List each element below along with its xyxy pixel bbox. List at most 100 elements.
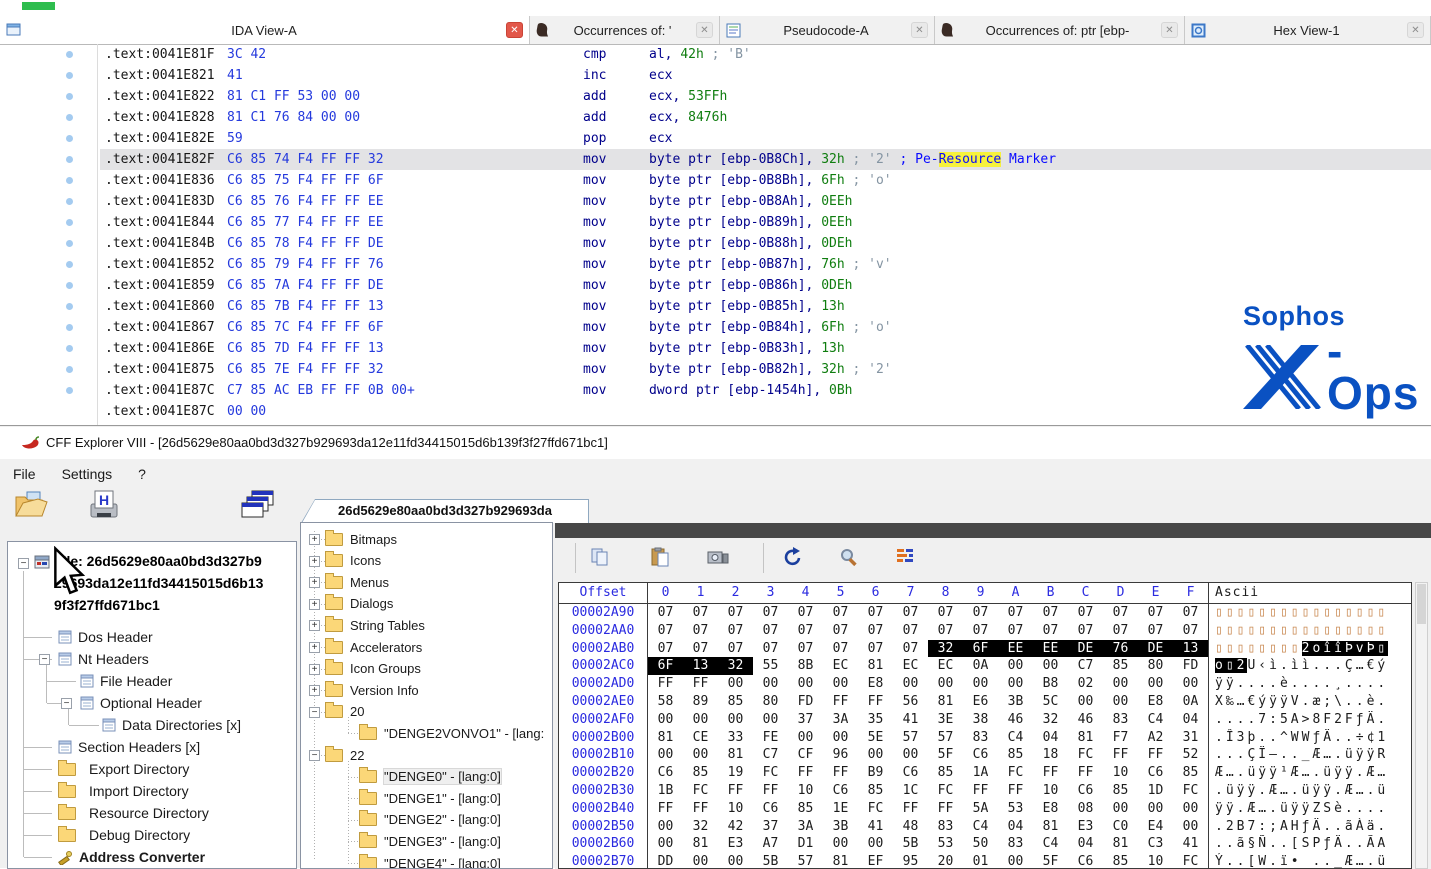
hex-byte[interactable]: 5E	[858, 729, 893, 747]
ida-line[interactable]: .text:0041E867C6 85 7C F4 FF FF 6Fmovbyt…	[100, 317, 1431, 338]
hex-byte[interactable]: FC	[683, 782, 718, 800]
hex-byte[interactable]: 07	[1103, 622, 1138, 640]
expand-box[interactable]: +	[309, 556, 320, 567]
ida-line[interactable]: .text:0041E82881 C1 76 84 00 00addecx, 8…	[100, 107, 1431, 128]
hex-byte[interactable]: 6F	[648, 657, 683, 675]
hex-byte[interactable]: 5C	[1033, 693, 1068, 711]
hex-byte[interactable]: 53	[998, 800, 1033, 818]
hex-byte[interactable]: 85	[928, 764, 963, 782]
hex-byte[interactable]: 07	[753, 640, 788, 658]
hex-byte[interactable]: 07	[998, 604, 1033, 622]
hex-byte[interactable]: FF	[823, 764, 858, 782]
hex-byte[interactable]: C3	[1138, 835, 1173, 853]
hex-byte[interactable]: EC	[928, 657, 963, 675]
hex-byte[interactable]: 81	[1103, 835, 1138, 853]
save-file-button[interactable]: H	[88, 489, 120, 527]
hex-byte[interactable]: 42	[718, 818, 753, 836]
breakpoint-dot-icon[interactable]	[66, 303, 73, 310]
hex-byte[interactable]: 07	[718, 604, 753, 622]
hex-row-00002AF0[interactable]: 00002AF000000000373A35413E3846324683C404…	[559, 711, 1411, 729]
hex-byte[interactable]: FF	[788, 764, 823, 782]
hex-byte[interactable]: 52	[1173, 746, 1208, 764]
hex-byte[interactable]: 00	[858, 835, 893, 853]
hex-byte[interactable]: FF	[753, 782, 788, 800]
hex-byte[interactable]: EC	[823, 657, 858, 675]
expand-box[interactable]: −	[309, 750, 320, 761]
hex-byte[interactable]: FF	[683, 800, 718, 818]
hex-byte[interactable]: CE	[683, 729, 718, 747]
hex-byte[interactable]: 07	[1173, 622, 1208, 640]
hex-byte[interactable]: CF	[788, 746, 823, 764]
hex-byte[interactable]: 07	[858, 640, 893, 658]
hex-byte[interactable]: FF	[648, 675, 683, 693]
hex-byte[interactable]: FF	[1103, 746, 1138, 764]
hex-byte[interactable]: 8B	[788, 657, 823, 675]
hex-byte[interactable]: 07	[1173, 604, 1208, 622]
hex-byte[interactable]: 18	[1033, 746, 1068, 764]
fields-button[interactable]	[895, 547, 915, 570]
hex-byte[interactable]: C6	[1068, 782, 1103, 800]
hex-byte[interactable]: FF	[683, 675, 718, 693]
hex-byte[interactable]: FE	[753, 729, 788, 747]
hex-byte[interactable]: E8	[1138, 693, 1173, 711]
hex-byte[interactable]: 00	[648, 835, 683, 853]
hex-byte[interactable]: C7	[1068, 657, 1103, 675]
hex-byte[interactable]: 07	[683, 622, 718, 640]
hex-byte[interactable]: 07	[683, 640, 718, 658]
hex-byte[interactable]: 00	[788, 675, 823, 693]
hex-byte[interactable]: 00	[1173, 818, 1208, 836]
hex-byte[interactable]: 41	[893, 711, 928, 729]
tab-close-button[interactable]: ✕	[911, 22, 928, 38]
hex-byte[interactable]: 13	[1173, 640, 1208, 658]
hex-byte[interactable]: 00	[648, 746, 683, 764]
hex-byte[interactable]: 07	[1033, 604, 1068, 622]
hex-byte[interactable]: 81	[823, 853, 858, 869]
ida-line[interactable]: .text:0041E81F3C 42cmpal, 42h ; 'B'	[100, 44, 1431, 65]
hex-byte[interactable]: 32	[718, 657, 753, 675]
hex-byte[interactable]: 02	[1068, 675, 1103, 693]
resource-item-20[interactable]: 20	[325, 702, 364, 722]
hex-byte[interactable]: 57	[928, 729, 963, 747]
hex-byte[interactable]: 07	[1033, 622, 1068, 640]
hex-byte[interactable]: FC	[1173, 853, 1208, 869]
hex-byte[interactable]: 00	[928, 675, 963, 693]
hex-row-00002B20[interactable]: 00002B20C68519FCFFFFB9C6851AFCFFFF10C685…	[559, 764, 1411, 782]
hex-byte[interactable]: 81	[1068, 729, 1103, 747]
hex-byte[interactable]: 80	[753, 693, 788, 711]
hex-byte[interactable]: A2	[1138, 729, 1173, 747]
hex-byte[interactable]: 53	[928, 835, 963, 853]
ida-line[interactable]: .text:0041E84BC6 85 78 F4 FF FF DEmovbyt…	[100, 233, 1431, 254]
resource-item-denge1-lang-0[interactable]: "DENGE1" - [lang:0]	[359, 788, 501, 808]
hex-byte[interactable]: 41	[858, 818, 893, 836]
hex-byte[interactable]: 55	[753, 657, 788, 675]
hex-byte[interactable]: E3	[1068, 818, 1103, 836]
hex-byte[interactable]: 00	[683, 746, 718, 764]
tab-close-button[interactable]: ✕	[1161, 22, 1178, 38]
hex-byte[interactable]: 07	[1068, 622, 1103, 640]
hex-byte[interactable]: 5A	[963, 800, 998, 818]
hex-byte[interactable]: C4	[1033, 835, 1068, 853]
hex-byte[interactable]: 19	[718, 764, 753, 782]
hex-byte[interactable]: 00	[998, 853, 1033, 869]
hex-byte[interactable]: C6	[963, 746, 998, 764]
expand-box[interactable]: +	[309, 642, 320, 653]
resource-item-icons[interactable]: Icons	[325, 551, 381, 571]
hex-byte[interactable]: 07	[893, 604, 928, 622]
hex-byte[interactable]: 50	[963, 835, 998, 853]
hex-byte[interactable]: C6	[1068, 853, 1103, 869]
hex-byte[interactable]: FF	[823, 693, 858, 711]
hex-byte[interactable]: 07	[963, 622, 998, 640]
hex-byte[interactable]: 00	[718, 675, 753, 693]
expand-box[interactable]: −	[309, 707, 320, 718]
hex-byte[interactable]: 57	[788, 853, 823, 869]
hex-byte[interactable]: 35	[858, 711, 893, 729]
resource-item-bitmaps[interactable]: Bitmaps	[325, 529, 397, 549]
expand-box[interactable]: +	[309, 599, 320, 610]
hex-byte[interactable]: DE	[1138, 640, 1173, 658]
hex-byte[interactable]: DD	[648, 853, 683, 869]
hex-byte[interactable]: FF	[1138, 746, 1173, 764]
hex-byte[interactable]: C7	[753, 746, 788, 764]
expand-box[interactable]: −	[61, 698, 72, 709]
tree-item-address-converter[interactable]: Address Converter	[58, 846, 205, 868]
open-file-button[interactable]	[14, 489, 50, 526]
